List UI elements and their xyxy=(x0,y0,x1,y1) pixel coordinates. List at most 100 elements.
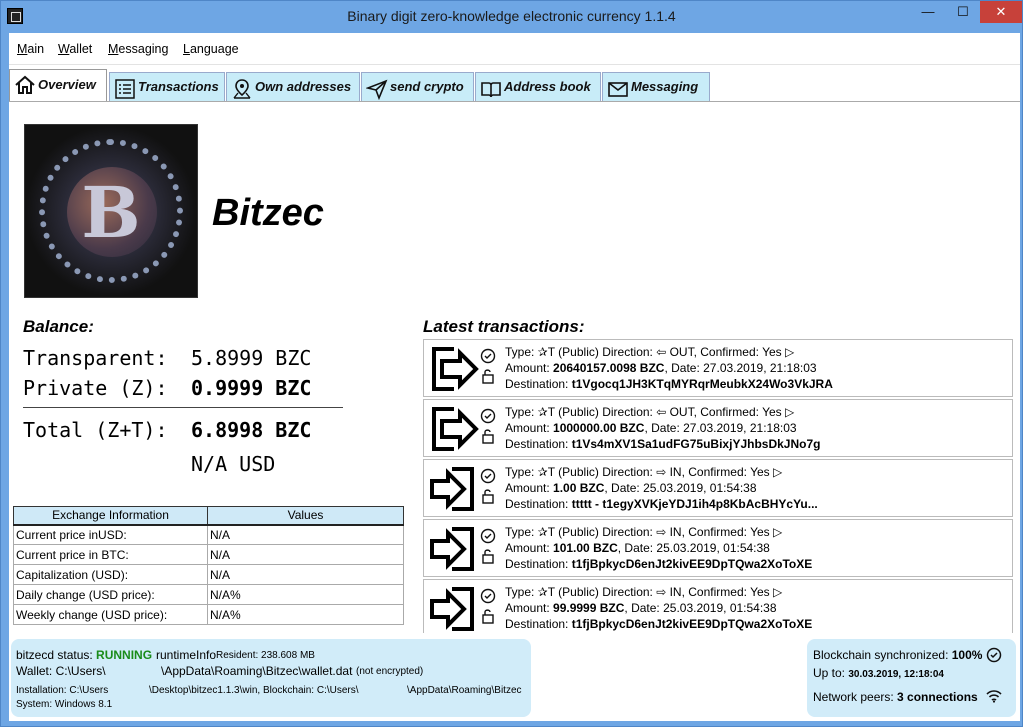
transaction-destination-line: Destination: t1Vs4mXV1Sa1udFG75uBixjYJhb… xyxy=(505,437,820,451)
transaction-amount-line: Amount: 101.00 BZC, Date: 25.03.2019, 01… xyxy=(505,541,770,555)
tab-label: send crypto xyxy=(390,79,464,94)
resident-memory: Resident: 238.608 MB xyxy=(216,650,315,661)
sync-label: Blockchain synchronized: xyxy=(813,648,952,662)
amount-label: Amount: xyxy=(505,601,554,615)
balance-divider xyxy=(23,407,343,408)
transaction-type: Type: ✰T (Public) Direction: ⇦ OUT, Conf… xyxy=(505,405,795,419)
close-button[interactable]: ✕ xyxy=(980,1,1022,23)
sync-panel: Blockchain synchronized: 100% Up to: 30.… xyxy=(807,639,1016,717)
blockchain-path: \AppData\Roaming\Bitzec xyxy=(407,685,522,696)
transaction-amount: 99.9999 BZC xyxy=(553,601,625,615)
overview-panel: B Bitzec Balance: Transparent: 5.8999 BZ… xyxy=(9,101,1020,721)
send-icon xyxy=(366,79,388,100)
amount-label: Amount: xyxy=(505,541,554,555)
column-header: Values xyxy=(207,506,404,526)
install-label: Installation: C:\Users xyxy=(16,685,109,696)
minimize-button[interactable]: — xyxy=(914,1,942,23)
amount-label: Amount: xyxy=(505,421,554,435)
destination-label: Destination: xyxy=(505,497,572,511)
up-to-value: 30.03.2019, 12:18:04 xyxy=(848,669,944,680)
outgoing-arrow-icon xyxy=(432,407,479,451)
table-cell: Current price in BTC: xyxy=(13,544,208,565)
transaction-type: Type: ✰T (Public) Direction: ⇨ IN, Confi… xyxy=(505,465,783,479)
transaction-destination: ttttt - t1egyXVKjeYDJ1ih4p8KbAcBHYcYu... xyxy=(571,497,818,511)
confirmed-check-icon xyxy=(480,468,496,484)
tab-send-crypto[interactable]: send crypto xyxy=(361,72,474,102)
tab-overview[interactable]: Overview xyxy=(9,69,107,103)
tab-label: Address book xyxy=(504,79,591,94)
incoming-arrow-icon xyxy=(430,587,474,631)
private-value: 0.9999 BZC xyxy=(191,376,312,400)
daemon-state: RUNNING xyxy=(96,648,153,662)
unlocked-icon xyxy=(482,489,494,504)
table-cell: N/A% xyxy=(207,604,404,625)
transaction-type: Type: ✰T (Public) Direction: ⇦ OUT, Conf… xyxy=(505,345,795,359)
table-cell: Weekly change (USD price): xyxy=(13,604,208,625)
transaction-amount: 1000000.00 BZC xyxy=(553,421,645,435)
wallet-encryption: (not encrypted) xyxy=(356,666,424,677)
tab-address-book[interactable]: Address book xyxy=(475,72,601,102)
table-cell: N/A xyxy=(207,524,404,545)
menu-main[interactable]: Main xyxy=(17,42,44,56)
transaction-date: , Date: 27.03.2019, 21:18:03 xyxy=(644,421,797,435)
transaction-row[interactable]: Type: ✰T (Public) Direction: ⇨ IN, Confi… xyxy=(423,579,1013,633)
transaction-type: Type: ✰T (Public) Direction: ⇨ IN, Confi… xyxy=(505,585,783,599)
transaction-amount: 1.00 BZC xyxy=(553,481,605,495)
daemon-status: bitzecd status: RUNNING xyxy=(16,648,152,662)
transaction-amount: 20640157.0098 BZC xyxy=(553,361,665,375)
destination-label: Destination: xyxy=(505,557,572,571)
sync-value: 100% xyxy=(951,648,983,662)
tab-label: Transactions xyxy=(138,79,219,94)
outgoing-arrow-icon xyxy=(432,347,479,391)
sync-up-to: Up to: 30.03.2019, 12:18:04 xyxy=(813,666,944,680)
total-value: 6.8998 BZC xyxy=(191,418,312,442)
tab-label: Messaging xyxy=(631,79,699,94)
latest-transactions-heading: Latest transactions: xyxy=(423,317,585,336)
transaction-row[interactable]: Type: ✰T (Public) Direction: ⇨ IN, Confi… xyxy=(423,459,1013,517)
book-icon xyxy=(481,82,501,98)
transaction-amount-line: Amount: 1.00 BZC, Date: 25.03.2019, 01:5… xyxy=(505,481,757,495)
usd-value: N/A USD xyxy=(191,452,276,476)
tab-messaging[interactable]: Messaging xyxy=(602,72,710,102)
transaction-amount-line: Amount: 1000000.00 BZC, Date: 27.03.2019… xyxy=(505,421,797,435)
destination-label: Destination: xyxy=(505,617,572,631)
exchange-table: Exchange Information Values Current pric… xyxy=(13,506,404,625)
transaction-row[interactable]: Type: ✰T (Public) Direction: ⇨ IN, Confi… xyxy=(423,519,1013,577)
confirmed-check-icon xyxy=(480,588,496,604)
unlocked-icon xyxy=(482,429,494,444)
destination-label: Destination: xyxy=(505,377,572,391)
unlocked-icon xyxy=(482,609,494,624)
table-header-row: Exchange Information Values xyxy=(13,506,404,526)
transaction-date: , Date: 25.03.2019, 01:54:38 xyxy=(617,541,770,555)
incoming-arrow-icon xyxy=(430,467,474,511)
menu-bar: Main Wallet Messaging Language xyxy=(9,33,1020,65)
maximize-button[interactable]: ☐ xyxy=(949,1,977,23)
transaction-date: , Date: 25.03.2019, 01:54:38 xyxy=(604,481,757,495)
table-row: Weekly change (USD price): N/A% xyxy=(13,604,404,625)
tab-own-addresses[interactable]: Own addresses xyxy=(226,72,360,102)
table-cell: N/A xyxy=(207,544,404,565)
transaction-destination: t1Vgocq1JH3KTqMYRqrMeubkX24Wo3VkJRA xyxy=(571,377,833,391)
status-panel: bitzecd status: RUNNING runtimeInfo Resi… xyxy=(11,639,531,717)
transaction-destination-line: Destination: t1Vgocq1JH3KTqMYRqrMeubkX24… xyxy=(505,377,833,391)
unlocked-icon xyxy=(482,369,494,384)
tab-label: Own addresses xyxy=(255,79,352,94)
transaction-destination: t1fjBpkycD6enJt2kivEE9DpTQwa2XoToXE xyxy=(571,617,813,631)
balance-heading: Balance: xyxy=(23,317,94,336)
confirmed-check-icon xyxy=(480,348,496,364)
table-row: Capitalization (USD): N/A xyxy=(13,564,404,585)
wallet-label: Wallet: C:\Users\ xyxy=(16,664,106,678)
sync-status: Blockchain synchronized: 100% xyxy=(813,648,982,662)
menu-language[interactable]: Language xyxy=(183,42,239,56)
transaction-row[interactable]: Type: ✰T (Public) Direction: ⇦ OUT, Conf… xyxy=(423,339,1013,397)
confirmed-check-icon xyxy=(480,408,496,424)
transactions-list[interactable]: Type: ✰T (Public) Direction: ⇦ OUT, Conf… xyxy=(423,339,1013,633)
menu-wallet[interactable]: Wallet xyxy=(58,42,92,56)
private-label: Private (Z): xyxy=(23,376,168,400)
title-bar[interactable]: Binary digit zero-knowledge electronic c… xyxy=(1,1,1022,33)
transaction-row[interactable]: Type: ✰T (Public) Direction: ⇦ OUT, Conf… xyxy=(423,399,1013,457)
system-info: System: Windows 8.1 xyxy=(16,699,113,710)
envelope-icon xyxy=(608,82,628,97)
tab-transactions[interactable]: Transactions xyxy=(109,72,225,102)
menu-messaging[interactable]: Messaging xyxy=(108,42,168,56)
